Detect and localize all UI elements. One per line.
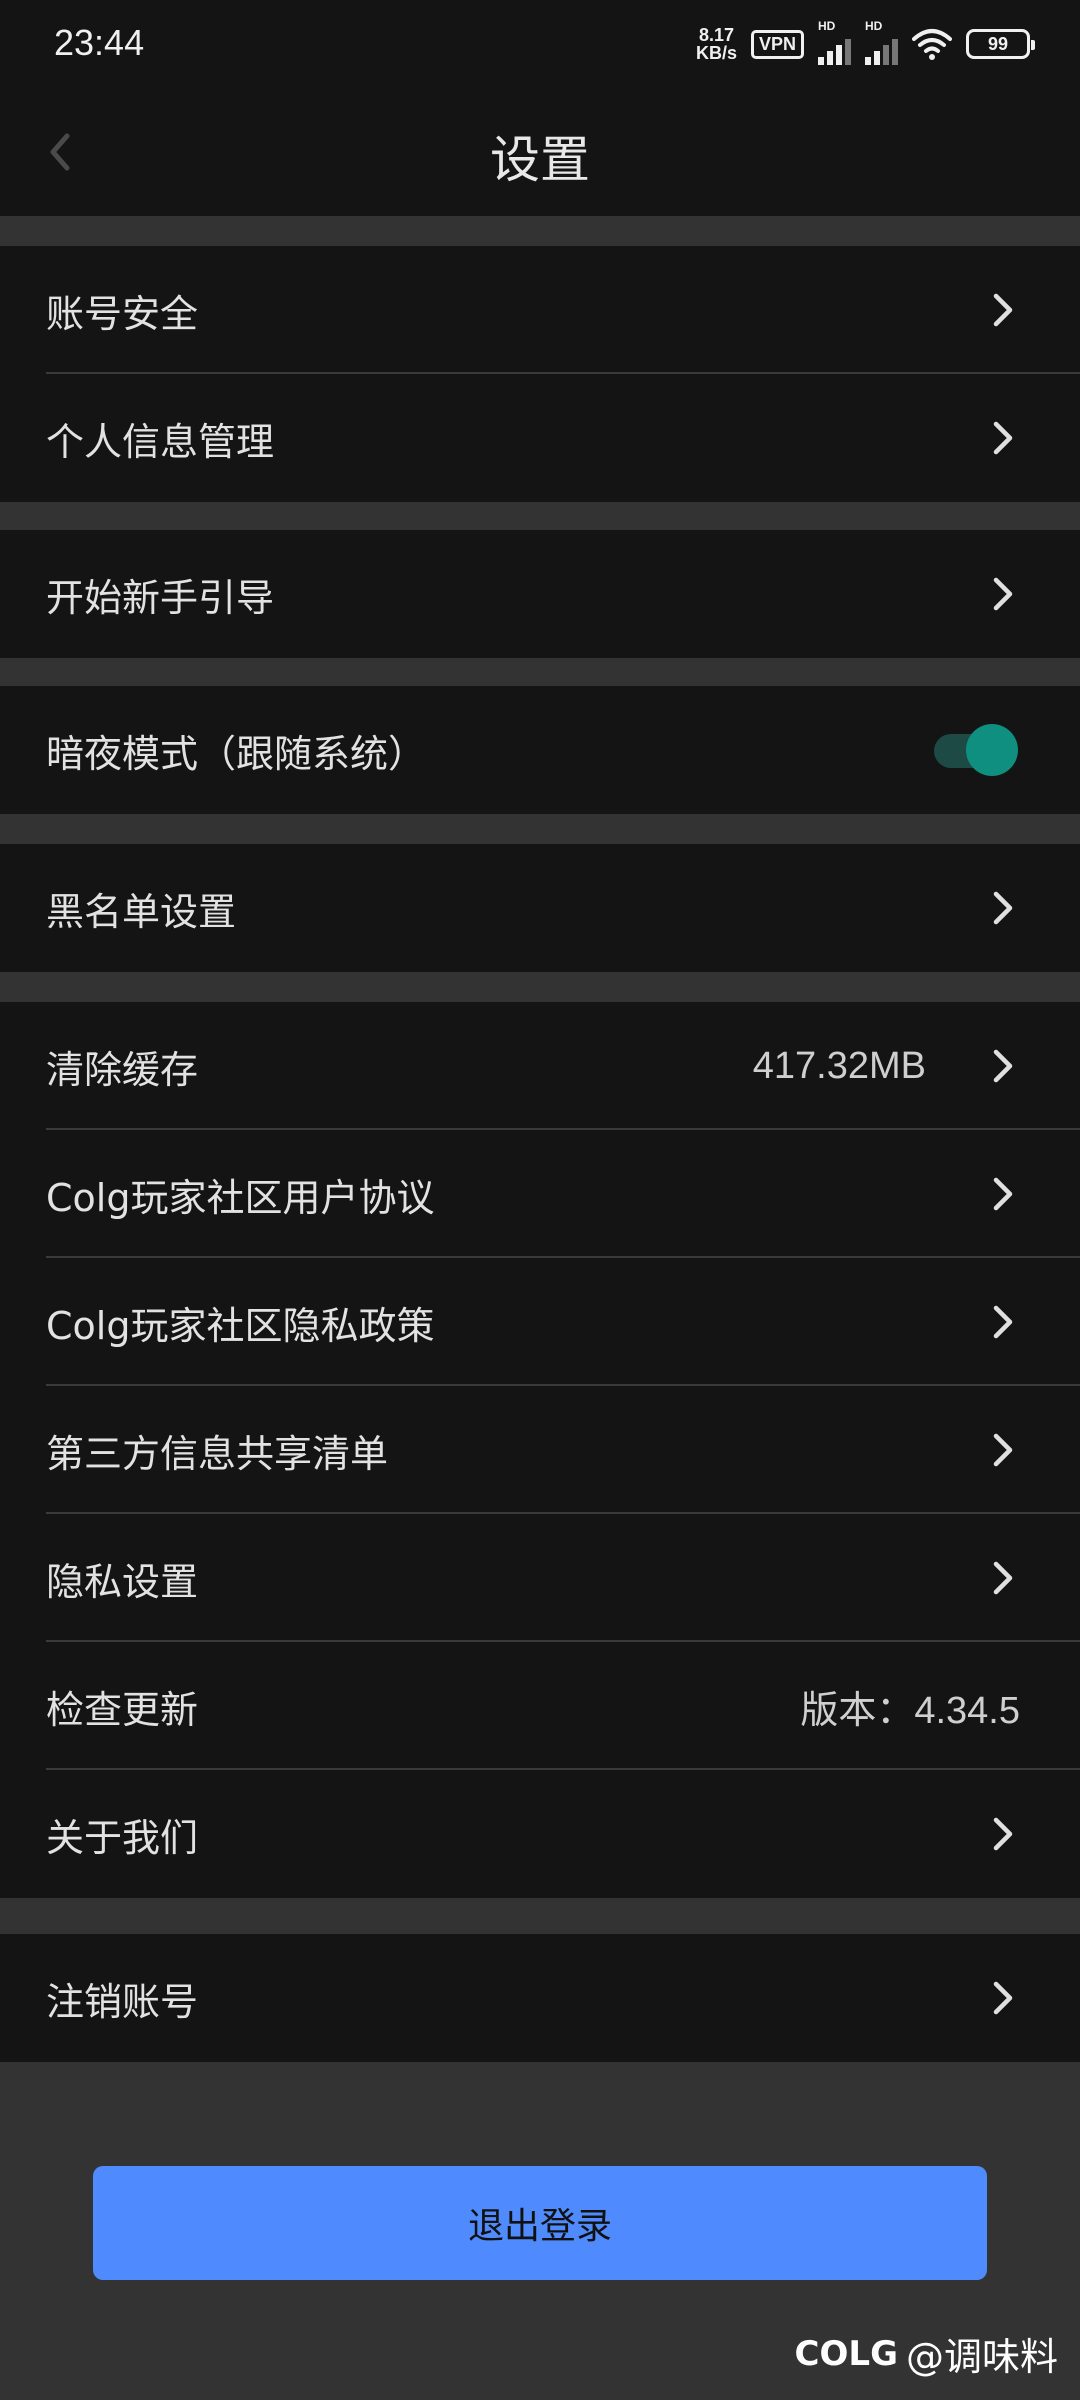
row-privacy-policy[interactable]: Colg玩家社区隐私政策 — [0, 1256, 1080, 1386]
row-personal-info[interactable]: 个人信息管理 — [0, 372, 1080, 502]
colg-logo: COLG — [794, 2333, 898, 2374]
watermark: COLG @调味料 — [795, 2326, 1058, 2381]
chevron-right-icon — [993, 1561, 1013, 1595]
settings-page: 23:44 8.17 KB/s VPN HD HD 99 设置 账号安全 个人信… — [0, 0, 1080, 2400]
chevron-right-icon — [993, 1305, 1013, 1339]
hd-label-2: HD — [865, 19, 883, 33]
chevron-right-icon — [993, 1817, 1013, 1851]
row-privacy-settings[interactable]: 隐私设置 — [0, 1512, 1080, 1642]
dark-mode-toggle[interactable] — [934, 724, 1018, 776]
status-icons: 8.17 KB/s VPN HD HD 99 — [696, 19, 1035, 66]
group-account: 账号安全 个人信息管理 — [0, 246, 1080, 502]
row-label: 账号安全 — [46, 291, 199, 336]
row-dark-mode: 暗夜模式（跟随系统） — [0, 686, 1080, 814]
group-guide: 开始新手引导 — [0, 530, 1080, 658]
watermark-handle: @调味料 — [905, 2335, 1058, 2379]
row-label: 注销账号 — [46, 1979, 199, 2024]
row-third-party-sharing[interactable]: 第三方信息共享清单 — [0, 1384, 1080, 1514]
hd-label-1: HD — [818, 19, 836, 33]
chevron-right-icon — [993, 577, 1013, 611]
chevron-right-icon — [993, 1177, 1013, 1211]
row-label: 第三方信息共享清单 — [46, 1431, 389, 1476]
cache-size: 417.32MB — [752, 1044, 926, 1087]
row-label: 个人信息管理 — [46, 419, 275, 464]
chevron-right-icon — [993, 1049, 1013, 1083]
row-label: 清除缓存 — [46, 1047, 199, 1092]
row-about-us[interactable]: 关于我们 — [0, 1768, 1080, 1898]
network-speed-unit: KB/s — [695, 43, 737, 63]
signal-icon-2: HD — [865, 19, 898, 65]
row-label: 关于我们 — [46, 1815, 199, 1860]
chevron-right-icon — [993, 293, 1013, 327]
row-label: 隐私设置 — [46, 1559, 199, 1604]
network-speed: 8.17 KB/s — [696, 26, 737, 62]
vpn-icon: VPN — [750, 29, 804, 59]
row-label: Colg玩家社区隐私政策 — [46, 1303, 435, 1348]
toggle-knob — [966, 724, 1018, 776]
row-cancel-account[interactable]: 注销账号 — [0, 1934, 1080, 2062]
row-blacklist[interactable]: 黑名单设置 — [0, 844, 1080, 972]
network-speed-value: 8.17 — [698, 25, 734, 45]
wifi-icon — [912, 29, 952, 60]
group-dark-mode: 暗夜模式（跟随系统） — [0, 686, 1080, 814]
group-cancel-account: 注销账号 — [0, 1934, 1080, 2062]
chevron-right-icon — [993, 1981, 1013, 2015]
row-label: 检查更新 — [46, 1687, 199, 1732]
row-clear-cache[interactable]: 清除缓存 417.32MB — [0, 1002, 1080, 1130]
row-label: 暗夜模式（跟随系统） — [46, 731, 427, 776]
group-blacklist: 黑名单设置 — [0, 844, 1080, 972]
chevron-right-icon — [993, 421, 1013, 455]
row-label: 黑名单设置 — [46, 889, 237, 934]
chevron-right-icon — [993, 891, 1013, 925]
page-title: 设置 — [490, 131, 590, 189]
row-label: Colg玩家社区用户协议 — [46, 1175, 435, 1220]
row-label: 开始新手引导 — [46, 575, 275, 620]
row-account-security[interactable]: 账号安全 — [0, 246, 1080, 374]
group-misc: 清除缓存 417.32MB Colg玩家社区用户协议 Colg玩家社区隐私政策 … — [0, 1002, 1080, 1898]
row-check-update[interactable]: 检查更新 版本：4.34.5 — [0, 1640, 1080, 1770]
chevron-right-icon — [993, 1433, 1013, 1467]
signal-icon-1: HD — [818, 19, 851, 65]
status-time: 23:44 — [54, 22, 145, 63]
battery-icon: 99 — [966, 29, 1035, 59]
app-header: 设置 — [0, 90, 1080, 216]
version-label: 版本：4.34.5 — [800, 1689, 1020, 1732]
battery-level: 99 — [987, 33, 1009, 54]
row-user-agreement[interactable]: Colg玩家社区用户协议 — [0, 1128, 1080, 1258]
row-start-guide[interactable]: 开始新手引导 — [0, 530, 1080, 658]
status-bar: 23:44 8.17 KB/s VPN HD HD 99 — [0, 0, 1080, 90]
logout-button[interactable]: 退出登录 — [93, 2166, 987, 2280]
